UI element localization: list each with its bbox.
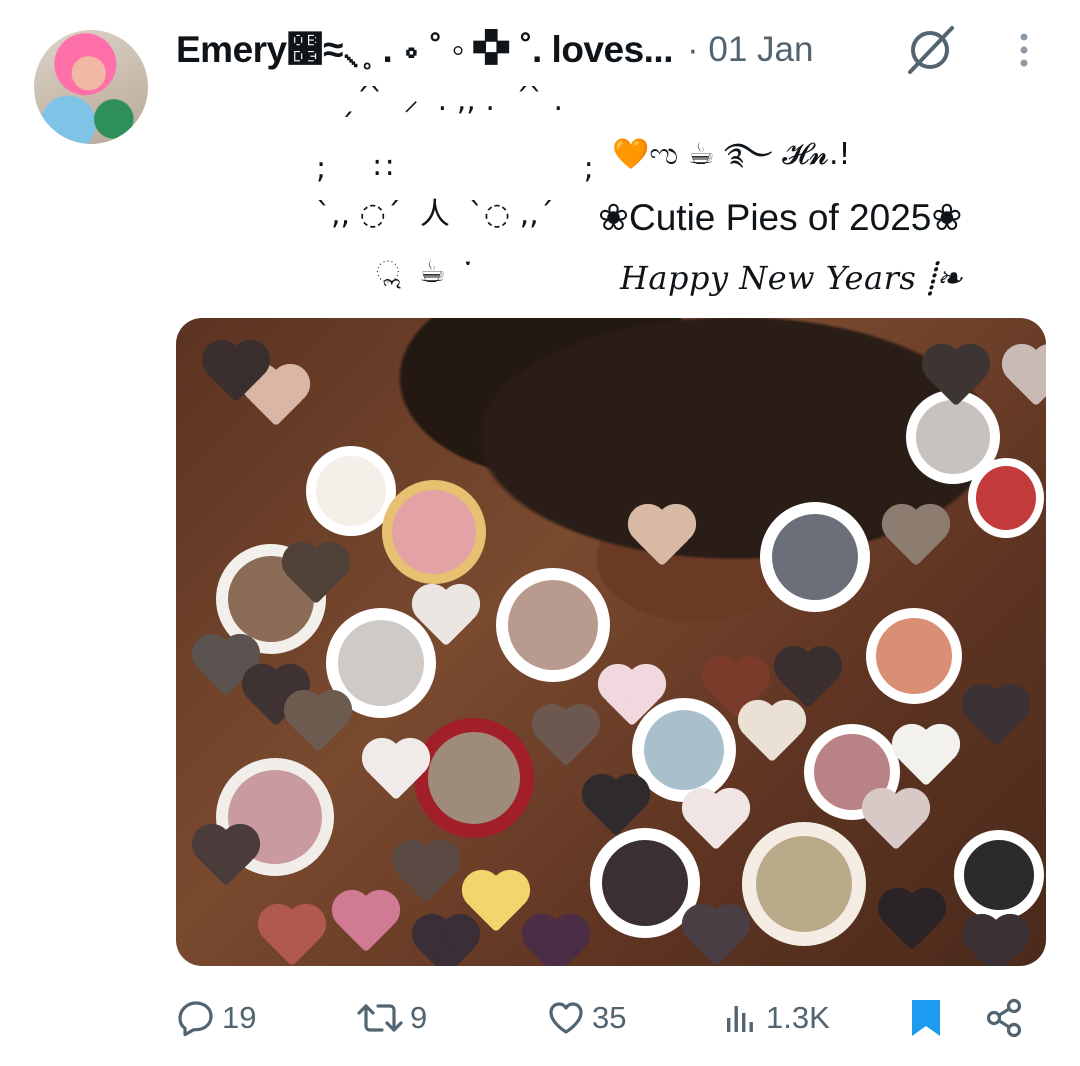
like-icon	[549, 1002, 583, 1034]
repost-icon	[357, 1004, 403, 1032]
heart-sticker	[887, 509, 945, 567]
heart-sticker	[687, 909, 745, 966]
tweet-header: Emery௓≈⸜˳ . ∘ ˚ ◦ ✜ ˚. loves... · 01 Jan	[176, 22, 813, 78]
heart-sticker	[687, 793, 745, 851]
heart-sticker	[967, 689, 1025, 747]
like-button[interactable]: 35	[546, 990, 626, 1046]
heart-sticker	[397, 845, 455, 903]
teacup-photo	[760, 502, 870, 612]
avatar[interactable]	[34, 30, 148, 144]
kaomoji-line-4: ೢ ☕ ་	[376, 255, 472, 290]
kaomoji-line-3: `,, ◌´ 人 `◌ ,,´	[316, 197, 554, 232]
heart-sticker	[527, 919, 585, 966]
like-count: 35	[592, 1000, 627, 1035]
heart-sticker	[897, 729, 955, 787]
teacup-photo	[954, 830, 1044, 920]
repost-count: 9	[410, 1000, 428, 1035]
bookmark-icon	[912, 1000, 940, 1036]
heart-sticker	[197, 829, 255, 887]
heart-sticker	[867, 793, 925, 851]
teacup-photo	[496, 568, 610, 682]
share-button[interactable]	[982, 990, 1026, 1046]
repost-button[interactable]: 9	[356, 990, 427, 1046]
happy-new-years-text: Happy New Years ⸽❧	[620, 259, 963, 297]
heart-sticker	[1007, 349, 1046, 407]
tweet-media-image[interactable]	[176, 318, 1046, 966]
reply-button[interactable]: 19	[176, 990, 256, 1046]
teacup-photo	[866, 608, 962, 704]
tweet-action-bar: 19 9 35 1.3K	[0, 990, 1080, 1046]
heart-sticker	[263, 909, 321, 966]
heart-sticker	[883, 893, 941, 951]
tweet-caption: ❀Cutie Pies of 2025❀	[598, 197, 963, 238]
reply-icon	[178, 1001, 213, 1037]
tweet-date[interactable]: · 01 Jan	[687, 30, 813, 70]
reply-count: 19	[222, 1000, 257, 1035]
views-button[interactable]: 1.3K	[720, 990, 830, 1046]
bookmark-button[interactable]	[906, 990, 946, 1046]
grok-icon[interactable]	[902, 24, 958, 76]
heart-sticker	[967, 919, 1025, 966]
teacup-photo	[968, 458, 1044, 538]
heart-sticker	[417, 919, 475, 966]
heart-sticker	[337, 895, 395, 953]
teacup-photo	[414, 718, 534, 838]
heart-sticker	[289, 695, 347, 753]
kaomoji-line-1: ˏˊˋ ⸝ . ,, . ˊˋ .	[330, 83, 564, 118]
heart-sticker	[537, 709, 595, 767]
share-icon	[986, 998, 1022, 1038]
views-icon	[727, 1006, 753, 1032]
emoji-line: 🧡ಌ ☕ ࿐ 𝓗𝓷.!	[612, 137, 851, 172]
kaomoji-line-2: ; ∷ ;	[316, 151, 594, 186]
views-count: 1.3K	[766, 1000, 830, 1035]
teacup-photo	[382, 480, 486, 584]
teacup-photo	[742, 822, 866, 946]
heart-sticker	[743, 705, 801, 763]
heart-sticker	[633, 509, 691, 567]
author-name[interactable]: Emery௓≈⸜˳ . ∘ ˚ ◦ ✜ ˚. loves...	[176, 29, 674, 71]
more-icon[interactable]	[1006, 30, 1042, 70]
